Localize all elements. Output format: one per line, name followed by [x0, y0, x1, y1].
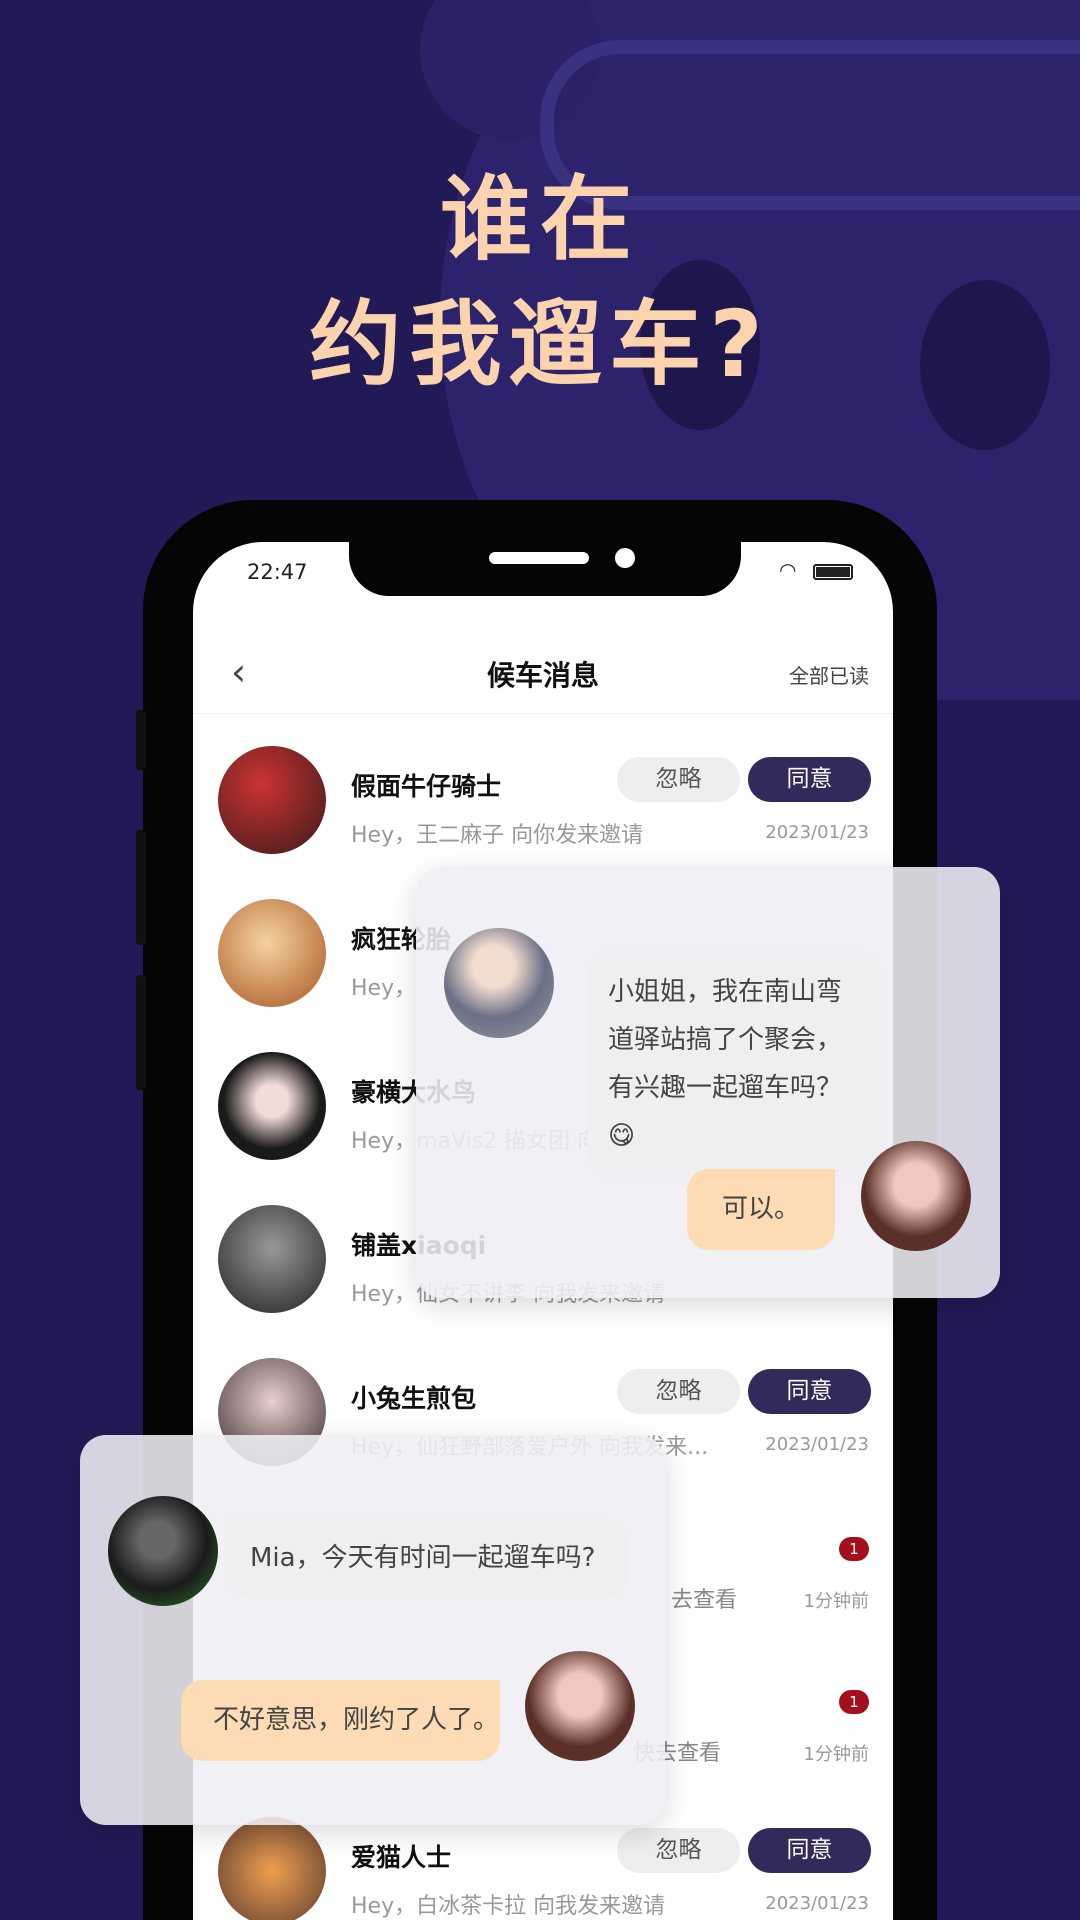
reply-bubble: 可以。	[687, 1169, 835, 1250]
item-sub: Hey，王二麻子 向你发来邀请	[351, 823, 644, 848]
item-name: 爱猫人士	[351, 1843, 452, 1872]
camera	[615, 548, 635, 568]
item-sub: Hey，	[351, 976, 417, 1001]
item-sub: Hey，白冰茶卡拉 向我发来邀请	[351, 1894, 666, 1919]
sender-avatar	[444, 928, 554, 1038]
receiver-avatar	[861, 1141, 971, 1251]
avatar	[218, 1817, 326, 1920]
receiver-avatar	[525, 1651, 635, 1761]
ignore-button[interactable]: 忽略	[617, 757, 740, 802]
reply-bubble: 不好意思，刚约了人了。	[181, 1680, 500, 1761]
chat-card-1: 小姐姐，我在南山弯道驿站搞了个聚会，有兴趣一起遛车吗？😋 可以。	[416, 867, 1000, 1298]
ignore-button[interactable]: 忽略	[617, 1369, 740, 1414]
mark-all-read-button[interactable]: 全部已读	[789, 660, 869, 689]
ignore-button[interactable]: 忽略	[617, 1828, 740, 1873]
battery-icon	[813, 564, 853, 580]
avatar	[218, 1052, 326, 1160]
page-title: 候车消息	[486, 659, 599, 692]
avatar	[218, 746, 326, 854]
message-bubble: 小姐姐，我在南山弯道驿站搞了个聚会，有兴趣一起遛车吗？😋	[588, 950, 882, 1178]
divider	[193, 713, 893, 714]
unread-badge: 1	[839, 1537, 869, 1561]
item-date: 2023/01/23	[765, 1434, 869, 1455]
item-name: 小兔生煎包	[351, 1384, 477, 1413]
notch	[349, 542, 741, 596]
message-bubble: Mia，今天有时间一起遛车吗?	[224, 1518, 629, 1598]
item-name: 假面牛仔骑士	[351, 772, 502, 801]
headline-line1: 谁在	[439, 166, 640, 273]
status-time: 22:47	[247, 560, 308, 584]
list-item[interactable]: 假面牛仔骑士 Hey，王二麻子 向你发来邀请 忽略 同意 2023/01/23	[193, 722, 893, 875]
agree-button[interactable]: 同意	[748, 1828, 871, 1873]
wifi-icon: ◠	[779, 558, 797, 582]
avatar	[218, 899, 326, 1007]
avatar	[218, 1205, 326, 1313]
agree-button[interactable]: 同意	[748, 757, 871, 802]
sender-avatar	[108, 1496, 218, 1606]
item-time: 1分钟前	[803, 1591, 869, 1612]
headline-line2: 约我遛车?	[309, 291, 771, 398]
item-time: 1分钟前	[803, 1744, 869, 1765]
speaker	[489, 552, 589, 564]
item-date: 2023/01/23	[765, 822, 869, 843]
agree-button[interactable]: 同意	[748, 1369, 871, 1414]
item-date: 2023/01/23	[765, 1893, 869, 1914]
phone-side-button	[136, 710, 146, 770]
item-sub: 去查看	[671, 1588, 738, 1613]
unread-badge: 1	[839, 1690, 869, 1714]
chat-card-2: Mia，今天有时间一起遛车吗? 不好意思，刚约了人了。	[80, 1435, 665, 1825]
phone-side-button	[136, 975, 146, 1090]
phone-side-button	[136, 830, 146, 945]
